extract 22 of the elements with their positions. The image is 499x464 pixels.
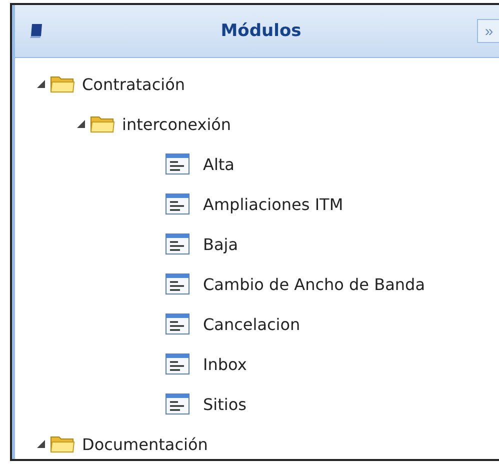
form-icon — [165, 273, 190, 295]
form-icon — [165, 353, 190, 375]
form-icon — [165, 153, 190, 175]
form-icon — [165, 233, 190, 255]
panel-title: Módulos — [220, 21, 302, 41]
tree-item[interactable]: interconexión — [122, 114, 232, 134]
form-icon — [165, 393, 190, 415]
book-icon — [29, 23, 43, 39]
tree-item[interactable]: Documentación — [82, 434, 208, 454]
tree-item[interactable]: Inbox — [203, 354, 247, 374]
tree-item[interactable]: Cambio de Ancho de Banda — [203, 274, 425, 294]
tree-item[interactable]: Sitios — [203, 394, 246, 414]
folder-icon — [50, 74, 76, 94]
form-icon — [165, 313, 190, 335]
tree-item[interactable]: Baja — [203, 234, 238, 254]
tree-item[interactable]: Contratación — [82, 74, 186, 94]
tree-item[interactable]: Ampliaciones ITM — [203, 194, 344, 214]
tree-item[interactable]: Alta — [203, 154, 234, 174]
tree-item[interactable]: Cancelacion — [203, 314, 300, 334]
folder-icon — [50, 434, 76, 454]
form-icon — [165, 193, 190, 215]
folder-icon — [90, 114, 116, 134]
